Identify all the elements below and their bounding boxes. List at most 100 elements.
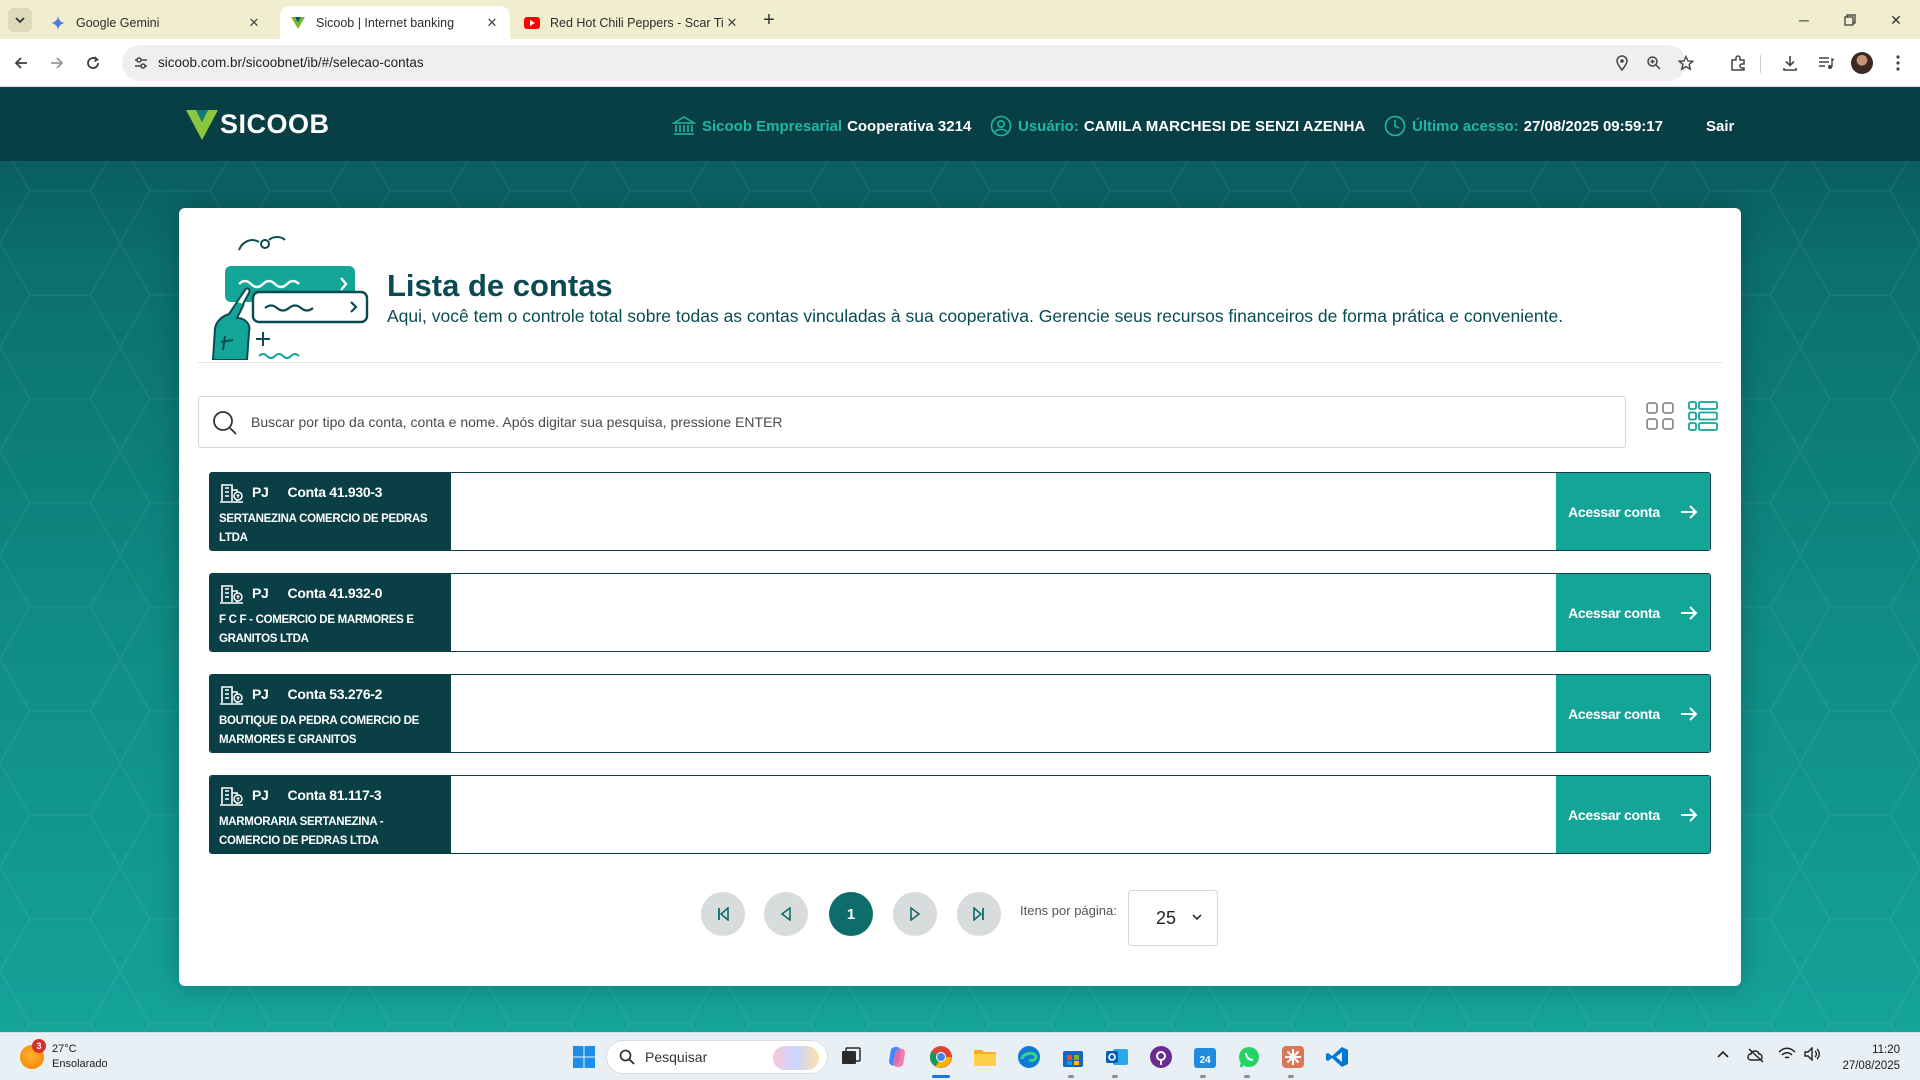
minimize-button[interactable]: ─ [1792,8,1816,32]
tab-title: Red Hot Chili Peppers - Scar Tis [550,15,724,30]
last-page-icon [973,907,984,921]
last-access-label: Último acesso: [1412,117,1519,135]
restore-icon [1844,14,1856,26]
user-value: CAMILA MARCHESI DE SENZI AZENHA [1083,117,1366,135]
account-row: PJ Conta 41.932-0 F C F - COMERCIO DE MA… [209,573,1711,652]
page-subtitle: Aqui, você tem o controle total sobre to… [387,306,1564,326]
file-explorer-icon[interactable] [970,1042,1000,1072]
account-row: PJ Conta 41.930-3 SERTANEZINA COMERCIO D… [209,472,1711,551]
system-clock[interactable]: 11:20 27/08/2025 [1834,1042,1900,1074]
user-info: Usuário: CAMILA MARCHESI DE SENZI AZENHA [990,115,1365,137]
site-settings-icon[interactable] [132,54,150,72]
access-account-button[interactable]: Acessar conta [1556,776,1710,853]
edge-icon[interactable] [1014,1042,1044,1072]
access-account-button[interactable]: Acessar conta [1556,675,1710,752]
tab-search-button[interactable] [8,8,32,32]
sicoob-logo[interactable]: SICOOB [186,109,330,140]
onedrive-offline-icon[interactable] [1746,1047,1766,1066]
cooperative-label: Sicoob Empresarial [702,117,843,135]
logout-button[interactable]: Sair [1706,118,1734,135]
tab-youtube[interactable]: Red Hot Chili Peppers - Scar Tis ✕ [514,6,750,39]
extensions-icon[interactable] [1726,51,1750,75]
accounts-card: Lista de contas Aqui, você tem o control… [179,208,1741,986]
access-account-button[interactable]: Acessar conta [1556,473,1710,550]
more-options-icon[interactable] [1886,51,1910,75]
tab-sicoob[interactable]: Sicoob | Internet banking ✕ [280,6,510,39]
outlook-icon[interactable] [1102,1042,1132,1072]
items-per-page-label: Itens por página: [1020,903,1117,918]
logo-text: SICOOB [220,109,330,139]
previous-page-button[interactable] [764,892,808,936]
account-row: PJ Conta 81.117-3 MARMORARIA SERTANEZINA… [209,775,1711,854]
account-number: Conta 41.930-3 [287,484,383,500]
weather-widget[interactable]: 3 27°C Ensolarado [20,1039,108,1072]
task-view-icon[interactable] [836,1042,866,1072]
download-icon[interactable] [1778,51,1802,75]
vscode-icon[interactable] [1322,1042,1352,1072]
show-hidden-icons[interactable] [1716,1047,1730,1062]
url-text[interactable]: sicoob.com.br/sicoobnet/ib/#/selecao-con… [158,55,424,70]
access-account-label: Acessar conta [1568,503,1660,520]
taskbar-search[interactable]: Pesquisar [606,1040,828,1074]
current-page-button[interactable]: 1 [829,892,873,936]
claude-icon[interactable] [1278,1042,1308,1072]
running-app-indicator [1200,1075,1206,1078]
header-divider [197,362,1723,363]
account-type: PJ [252,484,269,500]
account-holder-name: MARMORARIA SERTANEZINA - COMERCIO DE PED… [219,816,384,847]
items-per-page-value: 25 [1156,907,1177,928]
reload-button[interactable] [80,50,106,76]
wifi-icon[interactable] [1778,1047,1796,1064]
close-icon[interactable]: ✕ [724,15,740,31]
windows-start-button[interactable] [569,1042,599,1072]
back-button[interactable] [8,50,34,76]
new-tab-button[interactable]: + [758,9,780,31]
copilot-icon[interactable] [882,1042,912,1072]
next-page-icon [910,907,921,921]
grid-view-button[interactable] [1644,400,1676,432]
page-content: SICOOB Sicoob Empresarial Cooperativa 32… [0,87,1920,1032]
arrow-left-icon [14,57,27,69]
search-icon [619,1049,635,1065]
account-number: Conta 81.117-3 [287,787,382,803]
chrome-icon[interactable] [926,1042,956,1072]
address-bar[interactable]: sicoob.com.br/sicoobnet/ib/#/selecao-con… [122,45,1694,81]
close-icon[interactable]: ✕ [246,15,262,31]
podcast-app-icon[interactable] [1146,1042,1176,1072]
sicoob-favicon [290,15,306,31]
svg-text:24: 24 [1199,1055,1211,1066]
close-window-button[interactable]: ✕ [1884,8,1908,32]
access-account-button[interactable]: Acessar conta [1556,574,1710,651]
restore-button[interactable] [1838,8,1862,32]
account-holder-name: F C F - COMERCIO DE MARMORES E GRANITOS … [219,614,414,645]
search-input[interactable] [251,397,1611,447]
profile-avatar[interactable] [1850,51,1874,75]
whatsapp-icon[interactable] [1234,1042,1264,1072]
zoom-icon[interactable] [1644,53,1664,73]
bookmark-star-icon[interactable] [1676,53,1696,73]
calendar-24-icon[interactable]: 24 [1190,1042,1220,1072]
company-building-icon [220,585,243,604]
windows-icon [573,1046,595,1068]
company-building-icon [220,484,243,503]
list-view-button[interactable] [1687,400,1719,432]
first-page-button[interactable] [701,892,745,936]
account-type: PJ [252,787,269,803]
forward-button[interactable] [44,50,70,76]
microsoft-store-icon[interactable] [1058,1042,1088,1072]
running-app-indicator [1288,1075,1294,1078]
last-page-button[interactable] [957,892,1001,936]
close-icon[interactable]: ✕ [484,15,500,31]
site-header: SICOOB Sicoob Empresarial Cooperativa 32… [0,87,1920,161]
next-page-button[interactable] [893,892,937,936]
weather-description: Ensolarado [52,1058,108,1070]
media-control-icon[interactable] [1814,51,1838,75]
access-account-label: Acessar conta [1568,604,1660,621]
toolbar-divider [1760,55,1761,73]
tab-google-gemini[interactable]: Google Gemini ✕ [40,6,272,39]
location-icon[interactable] [1612,53,1632,73]
running-app-indicator [1068,1075,1074,1078]
volume-icon[interactable] [1804,1046,1822,1064]
items-per-page-select[interactable]: 25 [1128,890,1218,946]
accounts-illustration [211,236,369,360]
